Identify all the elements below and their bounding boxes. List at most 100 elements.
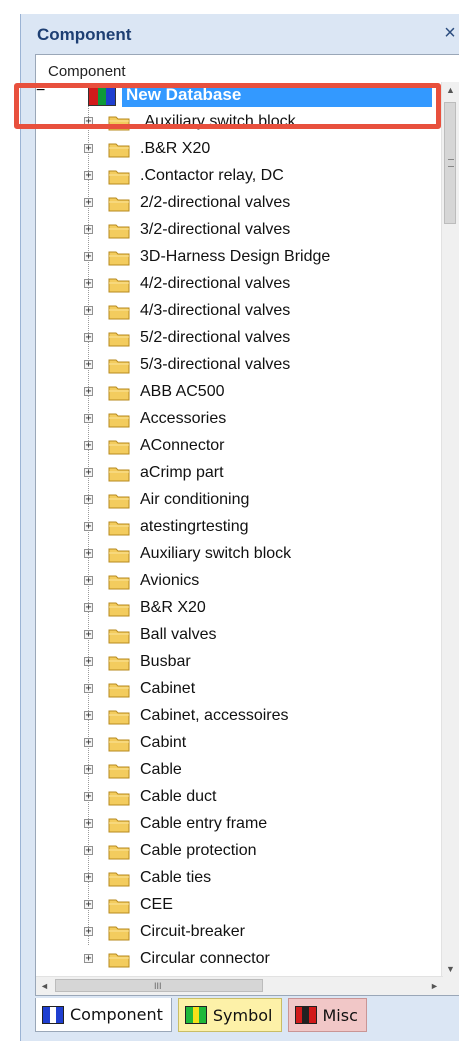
tab-component[interactable]: Component <box>35 998 172 1032</box>
tree-item[interactable]: + Accessories <box>36 406 433 433</box>
expand-icon[interactable]: + <box>84 630 93 640</box>
scroll-left-icon[interactable]: ◄ <box>36 977 53 995</box>
expand-icon[interactable]: + <box>84 684 93 694</box>
expand-icon[interactable]: + <box>84 927 93 937</box>
tree-item[interactable]: +4/3-directional valves <box>36 298 433 325</box>
folder-icon <box>108 465 130 482</box>
expand-icon[interactable]: + <box>84 846 93 856</box>
expand-icon[interactable]: + <box>84 171 93 181</box>
component-panel: Component × Component − New Database + .A… <box>20 14 459 1041</box>
misc-db-icon <box>294 1006 317 1024</box>
tree-item-label: Air conditioning <box>140 491 250 508</box>
expand-icon[interactable]: + <box>84 198 93 208</box>
expand-icon[interactable]: + <box>84 225 93 235</box>
tree-item-label: Cabint <box>140 734 187 751</box>
expand-icon[interactable]: + <box>84 549 93 559</box>
grip-icon <box>448 159 454 167</box>
column-header[interactable]: Component <box>48 63 126 80</box>
folder-icon <box>108 438 130 455</box>
expand-icon[interactable]: + <box>84 576 93 586</box>
folder-icon <box>108 492 130 509</box>
tree-item-label: atestingrtesting <box>140 518 249 535</box>
expand-icon[interactable]: + <box>84 333 93 343</box>
expand-icon[interactable]: + <box>84 441 93 451</box>
tree-rows: − New Database + .Auxiliary switch block +… <box>36 82 433 973</box>
folder-icon <box>108 249 130 266</box>
expand-icon[interactable]: + <box>84 765 93 775</box>
tree-item[interactable]: + Busbar <box>36 649 433 676</box>
expand-icon[interactable]: + <box>84 873 93 883</box>
expand-icon[interactable]: + <box>84 306 93 316</box>
component-tree[interactable]: Component − New Database + .Auxiliary swi… <box>35 54 459 996</box>
tree-item[interactable]: + Cabint <box>36 730 433 757</box>
folder-icon <box>108 816 130 833</box>
tree-item[interactable]: +5/3-directional valves <box>36 352 433 379</box>
tree-item[interactable]: + Auxiliary switch block <box>36 541 433 568</box>
expand-icon[interactable]: + <box>84 360 93 370</box>
expand-icon[interactable]: + <box>84 657 93 667</box>
expand-icon[interactable]: + <box>84 252 93 262</box>
expand-icon[interactable]: + <box>84 522 93 532</box>
tree-item-label: 5/3-directional valves <box>140 356 291 373</box>
folder-icon <box>108 573 130 590</box>
tree-item[interactable]: +2/2-directional valves <box>36 190 433 217</box>
tree-item[interactable]: +4/2-directional valves <box>36 271 433 298</box>
tree-item[interactable]: + Air conditioning <box>36 487 433 514</box>
expand-icon[interactable]: + <box>84 414 93 424</box>
tree-item[interactable]: +3D-Harness Design Bridge <box>36 244 433 271</box>
folder-icon <box>108 627 130 644</box>
tree-item[interactable]: + Cable protection <box>36 838 433 865</box>
tree-item[interactable]: + Circular connector <box>36 946 433 973</box>
tree-item[interactable]: +3/2-directional valves <box>36 217 433 244</box>
tree-item[interactable]: + .B&R X20 <box>36 136 433 163</box>
expand-icon[interactable]: + <box>84 954 93 964</box>
expand-icon[interactable]: + <box>84 738 93 748</box>
scroll-up-icon[interactable]: ▲ <box>442 82 459 99</box>
folder-icon <box>108 789 130 806</box>
tab-symbol[interactable]: Symbol <box>177 998 282 1032</box>
expand-icon[interactable]: + <box>84 900 93 910</box>
tree-item-label: aCrimp part <box>140 464 224 481</box>
tree-item-label: Circuit-breaker <box>140 923 245 940</box>
tree-item[interactable]: + Cable <box>36 757 433 784</box>
database-tabs: Component Symbol Misc <box>35 998 367 1032</box>
expand-icon[interactable]: + <box>84 495 93 505</box>
expand-icon[interactable]: + <box>84 387 93 397</box>
tree-item[interactable]: + Cabinet <box>36 676 433 703</box>
expand-icon[interactable]: + <box>84 279 93 289</box>
tree-item[interactable]: + Avionics <box>36 568 433 595</box>
expand-icon[interactable]: + <box>84 468 93 478</box>
symbol-db-icon <box>184 1006 207 1024</box>
horizontal-scrollbar[interactable]: ◄ III ► <box>36 976 443 995</box>
tree-item[interactable]: + Cabinet, accessoires <box>36 703 433 730</box>
tree-item[interactable]: +5/2-directional valves <box>36 325 433 352</box>
expand-icon[interactable]: + <box>84 819 93 829</box>
expand-icon[interactable]: + <box>84 711 93 721</box>
tree-item-label: Avionics <box>140 572 200 589</box>
folder-icon <box>108 195 130 212</box>
tree-item[interactable]: + atestingrtesting <box>36 514 433 541</box>
expand-icon[interactable]: + <box>84 603 93 613</box>
tree-item[interactable]: + ABB AC500 <box>36 379 433 406</box>
tree-item[interactable]: + aCrimp part <box>36 460 433 487</box>
tree-item[interactable]: + CEE <box>36 892 433 919</box>
tree-item[interactable]: + Cable entry frame <box>36 811 433 838</box>
tree-item[interactable]: + B&R X20 <box>36 595 433 622</box>
tab-misc[interactable]: Misc <box>287 998 367 1032</box>
horizontal-scroll-thumb[interactable]: III <box>55 979 263 992</box>
tree-item[interactable]: + Ball valves <box>36 622 433 649</box>
expand-icon[interactable]: + <box>84 792 93 802</box>
tree-item[interactable]: + Cable duct <box>36 784 433 811</box>
tree-item[interactable]: + Cable ties <box>36 865 433 892</box>
tree-item[interactable]: + AConnector <box>36 433 433 460</box>
scroll-down-icon[interactable]: ▼ <box>442 961 459 978</box>
tree-item[interactable]: + Circuit-breaker <box>36 919 433 946</box>
close-icon[interactable]: × <box>440 22 459 45</box>
folder-icon <box>108 303 130 320</box>
folder-icon <box>108 546 130 563</box>
tree-item-label: .Contactor relay, DC <box>140 167 284 184</box>
vertical-scrollbar[interactable]: ▲ ▼ <box>441 82 459 978</box>
tree-item[interactable]: + .Contactor relay, DC <box>36 163 433 190</box>
vertical-scroll-thumb[interactable] <box>444 102 456 224</box>
expand-icon[interactable]: + <box>84 144 93 154</box>
